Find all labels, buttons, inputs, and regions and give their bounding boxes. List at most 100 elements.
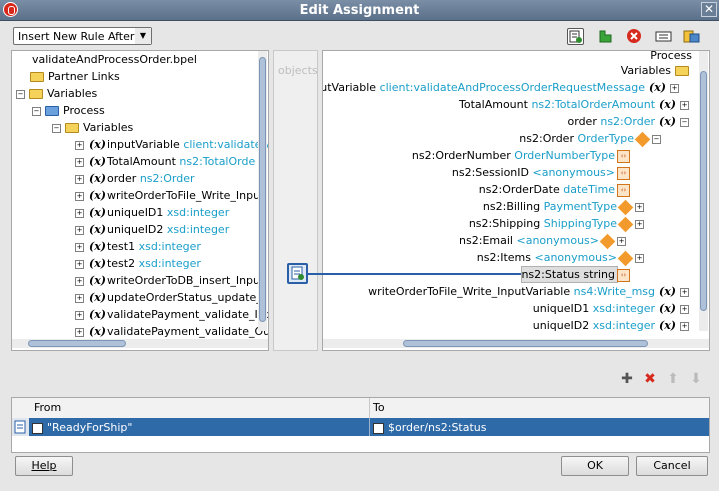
tree-node-name: validatePayment_validate_Ou (106, 325, 269, 338)
expression-mapping-icon[interactable] (287, 263, 308, 284)
expand-icon[interactable]: + (75, 259, 84, 269)
xml-fragment-icon[interactable] (597, 28, 614, 45)
expand-icon[interactable]: + (635, 219, 644, 229)
rule-position-dropdown[interactable]: Insert New Rule After ▼ (13, 27, 152, 45)
expand-icon[interactable]: + (75, 140, 84, 150)
window-close-button[interactable]: ✕ (701, 2, 717, 17)
source-vertical-scrollbar[interactable] (258, 51, 267, 331)
tree-node[interactable]: + (x)order ns2:Order (75, 171, 194, 187)
tree-node[interactable]: ns2:SessionID <anonymous> ‹› (452, 165, 630, 181)
collapse-icon[interactable]: − (652, 134, 661, 144)
expand-icon[interactable]: + (680, 321, 689, 331)
target-tree-panel[interactable]: Process Variables nputVariable client:vali… (322, 50, 710, 351)
literal-icon[interactable] (655, 28, 672, 45)
collapse-icon[interactable]: − (680, 117, 689, 127)
expand-icon[interactable]: + (75, 327, 84, 337)
column-header-to[interactable]: To (373, 401, 385, 414)
collapse-icon[interactable]: − (52, 123, 61, 133)
expression-icon[interactable] (567, 28, 584, 45)
tree-node[interactable]: + (x)validatePayment_validate_Inp (75, 307, 268, 323)
expand-icon[interactable]: + (680, 304, 689, 314)
tree-node[interactable]: TotalAmount ns2:TotalOrderAmount (x) + (459, 97, 693, 113)
tree-node[interactable]: ns2:Items <anonymous> + (477, 250, 648, 266)
copy-rules-table[interactable]: From To "ReadyForShip" $order/ns2:Status (11, 397, 710, 453)
to-cell[interactable]: $order/ns2:Status (373, 421, 487, 434)
collapse-icon[interactable]: − (16, 89, 25, 99)
tree-node[interactable]: writeOrderToFile_Write_InputVariable ns4… (368, 284, 693, 300)
expand-icon[interactable]: + (75, 225, 84, 235)
tree-node[interactable]: Partner Links (30, 69, 120, 85)
add-rule-icon[interactable]: ✚ (620, 372, 634, 386)
tree-node[interactable]: + (x)updateOrderStatus_update_ (75, 290, 262, 306)
tree-node[interactable]: + (x)TotalAmount ns2:TotalOrde (75, 154, 255, 170)
tree-node[interactable]: uniqueID2 xsd:integer (x) + (533, 318, 693, 334)
variable-icon: (x) (89, 291, 106, 304)
tree-node[interactable]: + (x)writeOrderToFile_Write_Inpu (75, 188, 260, 204)
delete-icon[interactable] (626, 28, 643, 45)
folder-icon (29, 89, 43, 99)
tree-node[interactable]: + (x)test1 xsd:integer (75, 239, 201, 255)
tree-node[interactable]: + (x)uniqueID2 xsd:integer (75, 222, 229, 238)
expand-icon[interactable]: + (635, 202, 644, 212)
title-bar: Edit Assignment ✕ (0, 0, 719, 21)
expand-icon[interactable]: + (75, 276, 84, 286)
tree-node[interactable]: + (x)writeOrderToDB_insert_Inpu (75, 273, 260, 289)
source-horizontal-scroll-thumb[interactable] (28, 340, 126, 347)
tree-node[interactable]: − Process (32, 103, 105, 119)
source-vertical-scroll-thumb[interactable] (259, 57, 266, 322)
move-up-icon[interactable]: ⬆ (666, 372, 680, 386)
tree-node[interactable]: ns2:Order OrderType − (519, 131, 665, 147)
tree-node-type: xsd:integer (592, 302, 656, 315)
tree-node[interactable]: ns2:Status string ‹› (521, 267, 630, 283)
tree-node[interactable]: validateAndProcessOrder.bpel (32, 52, 197, 68)
help-button[interactable]: Help (15, 456, 73, 476)
expand-icon[interactable]: + (75, 293, 84, 303)
target-vertical-scroll-thumb[interactable] (700, 71, 707, 311)
tree-node[interactable]: ns2:Billing PaymentType + (483, 199, 648, 215)
ok-label: OK (587, 459, 603, 472)
target-horizontal-scroll-thumb[interactable] (403, 340, 648, 347)
cancel-button[interactable]: Cancel (636, 456, 708, 476)
tree-node[interactable]: ns2:Shipping ShippingType + (469, 216, 648, 232)
tree-node[interactable]: order ns2:Order (x) − (568, 114, 693, 130)
tree-node[interactable]: uniqueID1 xsd:integer (x) + (533, 301, 693, 317)
variable-icon: (x) (659, 319, 676, 332)
expand-icon[interactable]: + (680, 100, 689, 110)
collapse-icon[interactable]: − (32, 106, 41, 116)
ok-button[interactable]: OK (561, 456, 629, 476)
expand-icon[interactable]: + (635, 253, 644, 263)
expand-icon[interactable]: + (75, 242, 84, 252)
tree-node[interactable]: + (x)test2 xsd:integer (75, 256, 201, 272)
expand-icon[interactable]: + (75, 174, 84, 184)
source-horizontal-scrollbar[interactable] (12, 339, 268, 348)
expand-icon[interactable]: + (75, 191, 84, 201)
tree-node[interactable]: Variables (621, 63, 693, 79)
objects-strip: objects (273, 50, 318, 351)
tree-node[interactable]: Process (650, 51, 692, 64)
expand-icon[interactable]: + (75, 157, 84, 167)
from-cell[interactable]: "ReadyForShip" (32, 421, 132, 434)
tree-node[interactable]: − Variables (52, 120, 133, 136)
tree-node[interactable]: ns2:OrderNumber OrderNumberType ‹› (412, 148, 630, 164)
tree-node[interactable]: + (x)uniqueID1 xsd:integer (75, 205, 229, 221)
tree-node[interactable]: − Variables (16, 86, 97, 102)
tree-node[interactable]: + (x)validatePayment_validate_Ou (75, 324, 269, 340)
bulk-copy-icon[interactable] (683, 28, 700, 45)
expand-icon[interactable]: + (75, 208, 84, 218)
expand-icon[interactable]: + (617, 236, 626, 246)
expand-icon[interactable]: + (680, 287, 689, 297)
target-horizontal-scrollbar[interactable] (323, 339, 709, 348)
column-header-from[interactable]: From (34, 401, 61, 414)
tree-node[interactable]: ns2:OrderDate dateTime ‹› (479, 182, 630, 198)
move-down-icon[interactable]: ⬇ (689, 372, 703, 386)
tree-node[interactable]: + (x)inputVariable client:validateA (75, 137, 268, 153)
expand-icon[interactable]: + (75, 310, 84, 320)
expand-icon[interactable]: + (670, 83, 679, 93)
source-tree-panel[interactable]: validateAndProcessOrder.bpel Partner Link… (11, 50, 269, 351)
tree-node[interactable]: ns2:Email <anonymous> + (459, 233, 630, 249)
target-vertical-scrollbar[interactable] (699, 51, 708, 331)
table-row[interactable]: "ReadyForShip" $order/ns2:Status (12, 418, 709, 436)
remove-rule-icon[interactable]: ✖ (643, 372, 657, 386)
expression-icon (373, 422, 384, 434)
tree-node[interactable]: nputVariable client:validateAndProcessOr… (323, 80, 683, 96)
